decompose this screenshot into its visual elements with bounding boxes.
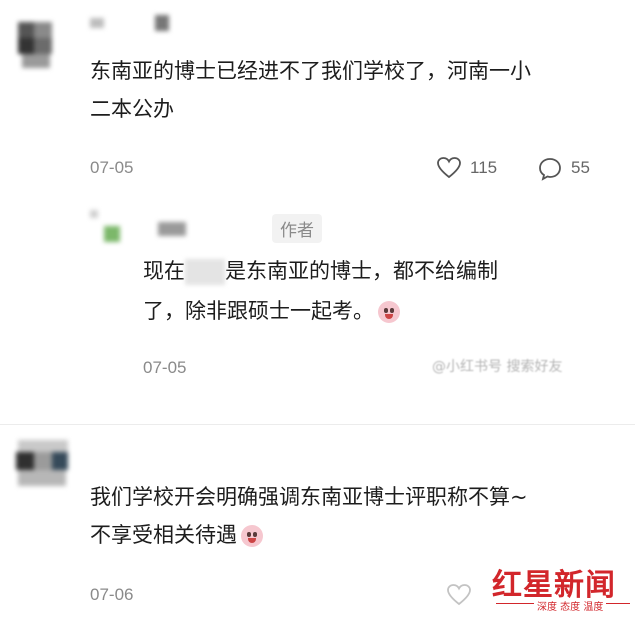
logo-tagline: 深度 态度 温度 <box>534 598 607 613</box>
crying-emoji-icon <box>241 525 263 547</box>
comment-icon <box>539 158 561 181</box>
comment-date: 07-06 <box>90 585 134 604</box>
like-button[interactable]: 115 <box>436 156 497 184</box>
comment-text: 了，除非跟硕士一起考。 <box>143 299 374 323</box>
crying-emoji-icon <box>378 301 400 323</box>
comment-text: 二本公办 <box>90 97 174 121</box>
like-count: 115 <box>470 158 498 177</box>
comment-text: 东南亚的博士已经进不了我们学校了，河南一小 <box>90 59 531 83</box>
comment-text: 我们学校开会明确强调东南亚博士评职称不算~ <box>90 485 528 509</box>
divider <box>0 424 635 425</box>
like-button[interactable] <box>446 583 472 611</box>
comment-text: 不享受相关待遇 <box>90 523 237 547</box>
redacted-text <box>185 259 225 285</box>
author-badge: 作者 <box>272 214 322 243</box>
heart-icon <box>447 584 471 606</box>
watermark: @小红书号 搜索好友 <box>432 359 563 375</box>
reply-count: 55 <box>571 158 590 177</box>
comment-date: 07-05 <box>143 358 187 377</box>
comment-text: 现在 <box>143 259 185 283</box>
heart-icon <box>437 157 461 179</box>
reply-button[interactable]: 55 <box>537 156 590 186</box>
comment-date: 07-05 <box>90 158 134 177</box>
comment-text: 是东南亚的博士，都不给编制 <box>225 259 498 283</box>
